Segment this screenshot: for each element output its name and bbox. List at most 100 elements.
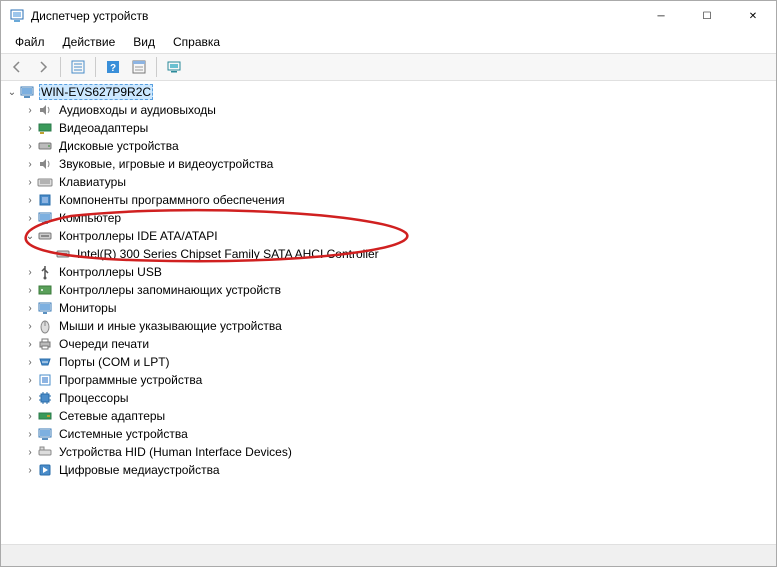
tree-item-storage-controllers[interactable]: › Контроллеры запоминающих устройств — [5, 281, 776, 299]
chevron-down-icon[interactable]: ⌄ — [5, 87, 19, 98]
toolbar-separator — [95, 57, 96, 77]
minimize-button[interactable]: ─ — [638, 1, 684, 31]
hid-icon — [37, 444, 53, 460]
close-button[interactable]: ✕ — [730, 1, 776, 31]
chevron-right-icon[interactable]: › — [23, 123, 37, 134]
forward-button[interactable] — [31, 56, 55, 78]
chevron-right-icon[interactable]: › — [23, 285, 37, 296]
network-adapter-icon — [37, 408, 53, 424]
tree-item-cpu[interactable]: › Процессоры — [5, 389, 776, 407]
back-button[interactable] — [5, 56, 29, 78]
tree-item-label: Мыши и иные указывающие устройства — [57, 318, 284, 334]
tree-item-sound-game[interactable]: › Звуковые, игровые и видеоустройства — [5, 155, 776, 173]
tree-item-label: Контроллеры запоминающих устройств — [57, 282, 283, 298]
chevron-right-icon[interactable]: › — [23, 447, 37, 458]
chevron-right-icon[interactable]: › — [23, 465, 37, 476]
chevron-right-icon[interactable]: › — [23, 159, 37, 170]
window-title: Диспетчер устройств — [31, 9, 638, 23]
tree-item-system[interactable]: › Системные устройства — [5, 425, 776, 443]
tree-item-label: Программные устройства — [57, 372, 204, 388]
tree-item-label: Сетевые адаптеры — [57, 408, 167, 424]
tree-item-label: Компоненты программного обеспечения — [57, 192, 287, 208]
tree-item-audio[interactable]: › Аудиовходы и аудиовыходы — [5, 101, 776, 119]
tree-item-media[interactable]: › Цифровые медиаустройства — [5, 461, 776, 479]
tree-item-label: Аудиовходы и аудиовыходы — [57, 102, 218, 118]
statusbar — [1, 544, 776, 566]
chevron-right-icon[interactable]: › — [23, 429, 37, 440]
speaker-icon — [37, 102, 53, 118]
properties-button[interactable] — [127, 56, 151, 78]
tree-item-label: Устройства HID (Human Interface Devices) — [57, 444, 294, 460]
maximize-button[interactable]: ☐ — [684, 1, 730, 31]
chevron-right-icon[interactable]: › — [23, 357, 37, 368]
chevron-right-icon[interactable]: › — [23, 213, 37, 224]
tree-item-hid[interactable]: › Устройства HID (Human Interface Device… — [5, 443, 776, 461]
menu-action[interactable]: Действие — [55, 33, 124, 51]
menu-file[interactable]: Файл — [7, 33, 53, 51]
chevron-right-icon[interactable]: › — [23, 375, 37, 386]
tree-item-mice[interactable]: › Мыши и иные указывающие устройства — [5, 317, 776, 335]
chevron-down-icon[interactable]: ⌄ — [23, 231, 37, 242]
software-device-icon — [37, 372, 53, 388]
controller-icon — [37, 228, 53, 244]
tree-item-keyboard[interactable]: › Клавиатуры — [5, 173, 776, 191]
tree-item-software-components[interactable]: › Компоненты программного обеспечения — [5, 191, 776, 209]
svg-text:?: ? — [110, 63, 116, 74]
tree-item-label: Компьютер — [57, 210, 123, 226]
tree-item-usb[interactable]: › Контроллеры USB — [5, 263, 776, 281]
storage-controller-icon — [37, 282, 53, 298]
usb-icon — [37, 264, 53, 280]
scan-hardware-button[interactable] — [162, 56, 186, 78]
tree-item-label: Видеоадаптеры — [57, 120, 150, 136]
tree-item-network[interactable]: › Сетевые адаптеры — [5, 407, 776, 425]
tree-item-label: Intel(R) 300 Series Chipset Family SATA … — [75, 246, 381, 262]
tree-item-label: Системные устройства — [57, 426, 190, 442]
help-button[interactable]: ? — [101, 56, 125, 78]
cpu-icon — [37, 390, 53, 406]
tree-item-print-queues[interactable]: › Очереди печати — [5, 335, 776, 353]
tree-item-software-devices[interactable]: › Программные устройства — [5, 371, 776, 389]
controller-icon — [55, 246, 71, 262]
menu-help[interactable]: Справка — [165, 33, 228, 51]
tree-item-video[interactable]: › Видеоадаптеры — [5, 119, 776, 137]
tree-item-label: Контроллеры USB — [57, 264, 164, 280]
chevron-right-icon[interactable]: › — [23, 393, 37, 404]
tree-item-label: Клавиатуры — [57, 174, 128, 190]
monitor-icon — [37, 300, 53, 316]
menu-view[interactable]: Вид — [125, 33, 163, 51]
chevron-right-icon[interactable]: › — [23, 105, 37, 116]
tree-item-label: Звуковые, игровые и видеоустройства — [57, 156, 275, 172]
tree-item-computer[interactable]: › Компьютер — [5, 209, 776, 227]
chevron-right-icon[interactable]: › — [23, 267, 37, 278]
chevron-right-icon[interactable]: › — [23, 177, 37, 188]
tree-item-label: Порты (COM и LPT) — [57, 354, 172, 370]
tree-root-label: WIN-EVS627P9R2C — [39, 84, 153, 100]
tree-item-disk[interactable]: › Дисковые устройства — [5, 137, 776, 155]
tree-item-label: Цифровые медиаустройства — [57, 462, 222, 478]
menubar: Файл Действие Вид Справка — [1, 31, 776, 53]
chevron-right-icon[interactable]: › — [23, 411, 37, 422]
computer-icon — [19, 84, 35, 100]
tree-item-label: Контроллеры IDE ATA/ATAPI — [57, 228, 220, 244]
system-device-icon — [37, 426, 53, 442]
details-button[interactable] — [66, 56, 90, 78]
chevron-right-icon[interactable]: › — [23, 321, 37, 332]
tree-root[interactable]: ⌄ WIN-EVS627P9R2C — [5, 83, 776, 101]
computer-icon — [37, 210, 53, 226]
app-icon — [9, 8, 25, 24]
tree-item-ide-child[interactable]: › Intel(R) 300 Series Chipset Family SAT… — [5, 245, 776, 263]
media-device-icon — [37, 462, 53, 478]
chevron-right-icon[interactable]: › — [23, 339, 37, 350]
port-icon — [37, 354, 53, 370]
chevron-right-icon[interactable]: › — [23, 303, 37, 314]
tree-item-ports[interactable]: › Порты (COM и LPT) — [5, 353, 776, 371]
tree-item-label: Очереди печати — [57, 336, 151, 352]
chevron-right-icon[interactable]: › — [23, 141, 37, 152]
tree-item-monitors[interactable]: › Мониторы — [5, 299, 776, 317]
speaker-icon — [37, 156, 53, 172]
device-tree[interactable]: ⌄ WIN-EVS627P9R2C › Аудиовходы и аудиовы… — [1, 81, 776, 544]
tree-item-label: Мониторы — [57, 300, 118, 316]
chevron-right-icon[interactable]: › — [23, 195, 37, 206]
tree-item-ide-ata[interactable]: ⌄ Контроллеры IDE ATA/ATAPI — [5, 227, 776, 245]
toolbar-separator — [60, 57, 61, 77]
